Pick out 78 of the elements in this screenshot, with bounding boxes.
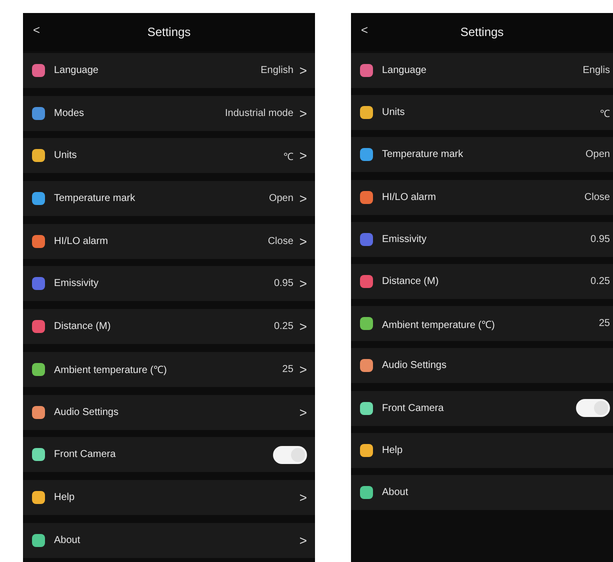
settings-row[interactable]: Help > [23,480,315,515]
setting-label: Front Camera [54,449,116,460]
settings-row[interactable]: Temperature mark Open > [23,181,315,216]
setting-value: 25 [598,318,610,330]
chevron-icon: > [299,63,307,78]
setting-label: Help [54,492,75,503]
chevron-icon: > [299,191,307,206]
chevron-icon: > [299,362,307,377]
setting-label: Audio Settings [382,360,446,372]
settings-row[interactable]: Emissivity 0.95 [351,222,613,257]
setting-label: HI/LO alarm [382,192,436,203]
back-button[interactable]: < [29,23,44,37]
setting-label: Modes [54,108,84,119]
setting-label: Help [382,444,403,456]
chevron-icon: > [299,148,307,164]
setting-value: Close [268,236,294,247]
setting-label: Emissivity [382,234,426,245]
setting-value: 25 [282,364,294,375]
settings-row[interactable]: Language English > [23,53,315,88]
settings-row[interactable]: Units ℃ [351,95,613,130]
setting-value: 0.95 [590,234,610,245]
toggle-switch[interactable] [576,399,610,417]
setting-label: Units [54,150,77,162]
setting-label: Audio Settings [54,406,118,418]
setting-value: ℃ [283,150,294,163]
setting-label: Ambient temperature (℃) [382,318,495,331]
settings-row[interactable]: Audio Settings [351,348,613,384]
settings-row[interactable]: Audio Settings > [23,394,315,430]
setting-value: Close [584,192,610,203]
toggle-switch[interactable] [273,446,307,464]
settings-row[interactable]: Emissivity 0.95 > [23,266,315,302]
chevron-icon: > [299,276,307,292]
chevron-icon: > [299,404,307,420]
settings-row[interactable]: HI/LO alarm Close > [23,224,315,259]
settings-row[interactable]: About > [23,522,315,558]
setting-value: Open [586,149,610,160]
settings-row[interactable]: About [351,474,613,510]
chevron-icon: > [299,319,307,334]
screen-title: Settings [460,25,504,39]
setting-label: Temperature mark [54,193,136,204]
setting-value: ℃ [600,108,610,120]
settings-row[interactable]: Units ℃ > [23,138,315,174]
settings-row[interactable]: Distance (M) 0.25 [351,264,613,299]
back-button[interactable]: < [357,23,372,37]
chevron-icon: > [299,532,307,548]
setting-label: Language [382,65,426,76]
chevron-icon: > [299,490,307,505]
setting-label: About [382,486,408,498]
screen-title: Settings [147,25,191,39]
settings-row[interactable]: Front Camera [351,390,613,426]
setting-label: Units [382,107,405,118]
settings-row[interactable]: HI/LO alarm Close [351,180,613,215]
chevron-icon: > [299,234,307,249]
settings-row[interactable]: Help [351,432,613,468]
setting-label: Distance (M) [382,276,439,287]
setting-label: About [54,534,80,546]
settings-row[interactable]: Language Englis [351,53,613,88]
setting-label: Temperature mark [382,149,464,160]
setting-label: Front Camera [382,402,444,414]
setting-value: Englis [582,65,610,76]
settings-row[interactable]: Ambient temperature (℃) 25 > [23,352,315,387]
setting-value: English [260,65,294,76]
settings-row[interactable]: Ambient temperature (℃) 25 [351,306,613,342]
setting-value: Open [268,193,294,204]
setting-label: Ambient temperature (℃) [54,364,167,376]
settings-row[interactable]: Temperature mark Open [351,137,613,172]
chevron-icon: > [299,106,307,121]
setting-label: Emissivity [54,278,98,290]
settings-row[interactable]: Modes Industrial mode > [23,96,315,131]
setting-value: 0.25 [590,276,610,287]
setting-label: Language [54,65,98,76]
settings-row[interactable]: Front Camera [23,437,315,472]
setting-value: Industrial mode [225,108,294,119]
setting-label: Distance (M) [54,321,111,332]
settings-row[interactable]: Distance (M) 0.25 > [23,309,315,344]
setting-value: 0.25 [274,321,294,332]
setting-label: HI/LO alarm [54,236,108,247]
setting-value: 0.95 [274,278,294,290]
